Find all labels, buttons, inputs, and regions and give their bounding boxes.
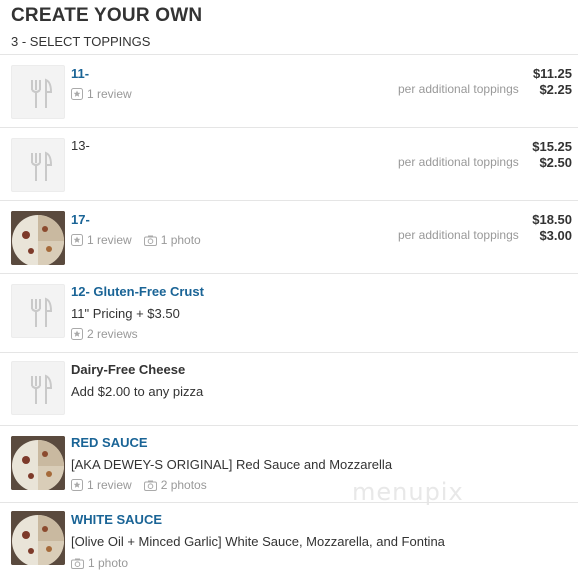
review-star-icon <box>71 88 83 100</box>
item-name-link[interactable]: WHITE SAUCE <box>71 512 162 527</box>
menu-item-row: 17- 1 review 1 photo per additional topp… <box>0 200 578 273</box>
photos-link[interactable]: 1 photo <box>71 556 128 570</box>
item-name: Dairy-Free Cheese <box>71 362 186 377</box>
per-additional-label: per additional toppings <box>398 228 519 242</box>
camera-icon <box>143 235 157 246</box>
item-name-link[interactable]: 17- <box>71 212 90 227</box>
item-description: [AKA DEWEY-S ORIGINAL] Red Sauce and Moz… <box>71 457 393 472</box>
price-additional: $3.00 <box>539 228 572 243</box>
item-meta: 1 review <box>71 87 144 101</box>
reviews-link[interactable]: 1 review <box>71 478 132 492</box>
item-name-link[interactable]: 12- Gluten-Free Crust <box>71 284 204 299</box>
menu-item-row: 12- Gluten-Free Crust 11" Pricing + $3.5… <box>0 273 578 352</box>
item-name: 13- <box>71 138 90 153</box>
item-description: 11" Pricing + $3.50 <box>71 306 180 321</box>
menu-item-row: 13- per additional toppings $15.25 $2.50 <box>0 127 578 200</box>
item-meta: 2 reviews <box>71 327 150 341</box>
menu-item-row: Dairy-Free Cheese Add $2.00 to any pizza <box>0 352 578 433</box>
fork-knife-icon <box>11 65 65 119</box>
item-meta: 1 review 2 photos <box>71 478 219 492</box>
menu-item-row: WHITE SAUCE [Olive Oil + Minced Garlic] … <box>0 502 578 577</box>
camera-icon <box>71 558 84 569</box>
reviews-link[interactable]: 2 reviews <box>71 327 138 341</box>
page-title: CREATE YOUR OWN <box>11 5 203 26</box>
pizza-photo[interactable] <box>11 511 65 565</box>
item-description: Add $2.00 to any pizza <box>71 384 204 399</box>
price-main: $15.25 <box>532 139 572 154</box>
item-description: [Olive Oil + Minced Garlic] White Sauce,… <box>71 534 445 549</box>
fork-knife-icon <box>11 361 65 415</box>
item-name-link[interactable]: RED SAUCE <box>71 435 148 450</box>
fork-knife-icon <box>11 138 65 192</box>
fork-knife-icon <box>11 284 65 338</box>
reviews-link[interactable]: 1 review <box>71 87 132 101</box>
menu-item-row: RED SAUCE [AKA DEWEY-S ORIGINAL] Red Sau… <box>0 425 578 502</box>
photos-link[interactable]: 1 photo <box>143 233 201 247</box>
item-meta: 1 review 1 photo <box>71 233 213 247</box>
menu-item-row: 11- 1 review per additional toppings $11… <box>0 54 578 127</box>
per-additional-label: per additional toppings <box>398 155 519 169</box>
review-star-icon <box>71 328 83 340</box>
price-additional: $2.25 <box>539 82 572 97</box>
review-star-icon <box>71 479 83 491</box>
price-main: $18.50 <box>532 212 572 227</box>
photos-link[interactable]: 2 photos <box>143 478 207 492</box>
pizza-photo[interactable] <box>11 211 65 265</box>
price-main: $11.25 <box>532 66 572 81</box>
price-additional: $2.50 <box>539 155 572 170</box>
item-name-link[interactable]: 11- <box>71 66 89 81</box>
review-star-icon <box>71 234 83 246</box>
pizza-photo[interactable] <box>11 436 65 490</box>
per-additional-label: per additional toppings <box>398 82 519 96</box>
page-subtitle: 3 - SELECT TOPPINGS <box>11 34 151 49</box>
reviews-link[interactable]: 1 review <box>71 233 132 247</box>
item-meta: 1 photo <box>71 556 140 570</box>
camera-icon <box>143 480 157 491</box>
